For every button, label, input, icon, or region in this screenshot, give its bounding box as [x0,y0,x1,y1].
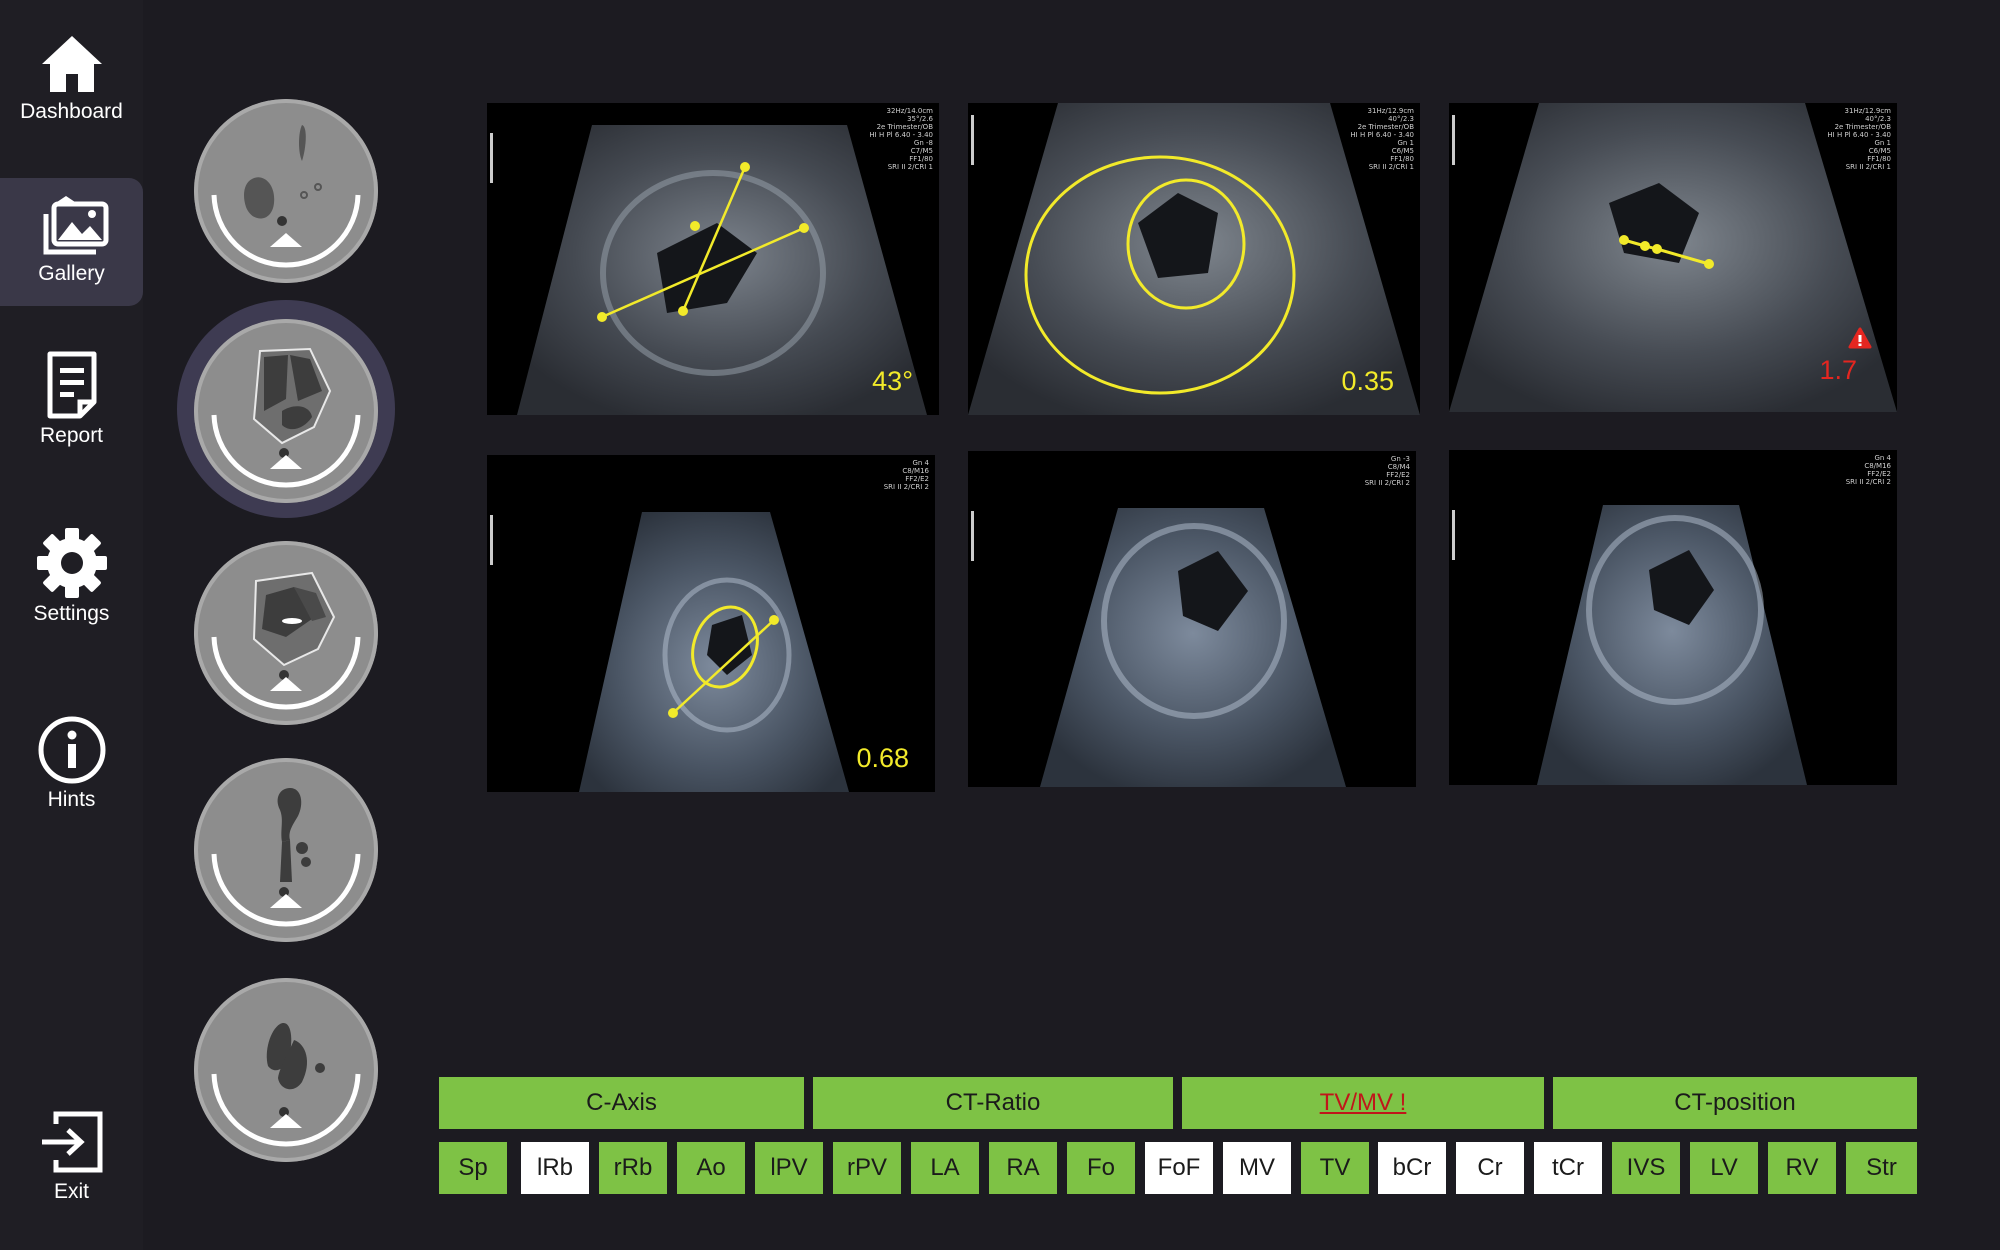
structure-rv[interactable]: RV [1768,1142,1836,1194]
nav-label-report: Report [39,424,104,447]
report-icon [47,351,96,419]
structure-lrb[interactable]: lRb [521,1142,589,1194]
outflow-tract-view-icon[interactable] [194,978,378,1162]
ultrasound-image-6[interactable]: Gn 4 C8/M16 FF2/E2 SRI II 2/CRI 2 [1449,450,1897,785]
ultrasound-image-5[interactable]: Gn -3 C8/M4 FF2/E2 SRI II 2/CRI 2 [968,451,1416,787]
structure-lpv[interactable]: lPV [755,1142,823,1194]
view-thumbnails [150,0,410,1250]
structure-mv[interactable]: MV [1223,1142,1291,1194]
nav-exit[interactable]: Exit [0,1106,143,1234]
nav-label-settings: Settings [33,602,110,625]
category-c-axis[interactable]: C-Axis [439,1077,804,1129]
structure-fof[interactable]: FoF [1145,1142,1213,1194]
acquisition-info: 31Hz/12.9cm 40°/2.3 2e Trimester/OB HI H… [1350,107,1414,171]
measurement-value: 0.35 [1341,366,1394,396]
home-icon [41,36,102,92]
measurement-value: 0.68 [856,743,909,773]
structure-str[interactable]: Str [1846,1142,1917,1194]
three-vessel-view-icon[interactable] [194,758,378,942]
category-label: C-Axis [586,1089,657,1116]
nav-label-dashboard: Dashboard [20,100,123,123]
category-ct-ratio[interactable]: CT-Ratio [813,1077,1173,1129]
gear-icon [36,528,107,598]
ultrasound-image-4[interactable]: Gn 4 C8/M16 FF2/E2 SRI II 2/CRI 2 0.68 [487,455,935,792]
acquisition-info: Gn 4 C8/M16 FF2/E2 SRI II 2/CRI 2 [1845,454,1891,486]
gallery-icon [43,196,108,255]
nav-label-hints: Hints [47,788,96,811]
nav-dashboard[interactable]: Dashboard [0,30,143,158]
sidebar-nav: Dashboard Gallery Report Settings Hints … [0,0,143,1250]
info-icon [38,716,105,784]
structure-tv[interactable]: TV [1301,1142,1369,1194]
ultrasound-image-2[interactable]: 31Hz/12.9cm 40°/2.3 2e Trimester/OB HI H… [968,103,1420,415]
nav-hints[interactable]: Hints [0,714,143,842]
structure-lv[interactable]: LV [1690,1142,1758,1194]
structure-rpv[interactable]: rPV [833,1142,901,1194]
structure-bcr[interactable]: bCr [1378,1142,1446,1194]
structure-la[interactable]: LA [911,1142,979,1194]
acquisition-info: 31Hz/12.9cm 40°/2.3 2e Trimester/OB HI H… [1827,107,1891,171]
ultrasound-image-1[interactable]: 32Hz/14.0cm 35°/2.6 2e Trimester/OB HI H… [487,103,939,415]
nav-gallery[interactable]: Gallery [0,178,143,306]
structure-ra[interactable]: RA [989,1142,1057,1194]
structure-tcr[interactable]: tCr [1534,1142,1602,1194]
structure-sp[interactable]: Sp [439,1142,507,1194]
category-warning-label: TV/MV ! [1319,1089,1407,1116]
structure-fo[interactable]: Fo [1067,1142,1135,1194]
alert-measurement-value: 1.7 [1819,355,1857,385]
category-tv-mv[interactable]: TV/MV ! [1182,1077,1544,1129]
acquisition-info: Gn -3 C8/M4 FF2/E2 SRI II 2/CRI 2 [1364,455,1410,487]
acquisition-info: 32Hz/14.0cm 35°/2.6 2e Trimester/OB HI H… [869,107,933,171]
structure-rrb[interactable]: rRb [599,1142,667,1194]
acquisition-info: Gn 4 C8/M16 FF2/E2 SRI II 2/CRI 2 [883,459,929,491]
measurement-value: 43° [872,366,913,396]
nav-report[interactable]: Report [0,348,143,476]
nav-label-gallery: Gallery [38,262,105,285]
five-chamber-view-icon[interactable] [194,541,378,725]
four-chamber-view-icon[interactable] [194,319,378,503]
category-label: CT-position [1674,1089,1796,1116]
structure-ivs[interactable]: IVS [1612,1142,1680,1194]
structure-cr[interactable]: Cr [1456,1142,1524,1194]
ultrasound-image-3[interactable]: 31Hz/12.9cm 40°/2.3 2e Trimester/OB HI H… [1449,103,1897,412]
exit-icon [41,1111,102,1173]
abdominal-situs-view-icon[interactable] [194,99,378,283]
nav-settings[interactable]: Settings [0,526,143,654]
category-label: CT-Ratio [945,1089,1041,1116]
structure-ao[interactable]: Ao [677,1142,745,1194]
nav-label-exit: Exit [53,1180,89,1203]
category-ct-position[interactable]: CT-position [1553,1077,1917,1129]
